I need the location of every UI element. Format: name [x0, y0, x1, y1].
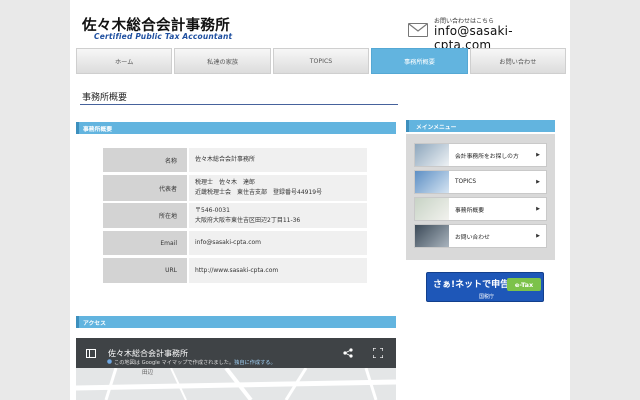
info-icon — [107, 359, 112, 364]
info-row-address: 所在地 〒546-0031 大阪府大阪市東住吉区田辺2丁目11-36 — [103, 203, 367, 228]
etax-banner[interactable]: さぁ!ネットで申告 e-Tax 国税庁 — [426, 272, 544, 302]
nav-item-home[interactable]: ホーム — [76, 48, 173, 74]
fullscreen-icon[interactable] — [373, 348, 383, 358]
info-value: 税理士 佐々木 達郎 近畿税理士会 東住吉支部 登録番号44919号 — [189, 175, 367, 201]
sidebar-menu-item-label: 事務所概要 — [455, 207, 484, 214]
arrow-right-icon: ▶ — [536, 206, 540, 212]
site-logo-subtitle: Certified Public Tax Accountant — [94, 32, 233, 41]
menu-thumbnail-image — [415, 171, 449, 193]
info-label: Email — [103, 231, 187, 255]
info-value: 佐々木総合会計事務所 — [189, 148, 367, 172]
page-title: 事務所概要 — [82, 93, 128, 103]
info-value-url-link[interactable]: http://www.sasaki-cpta.com — [195, 266, 367, 276]
arrow-right-icon: ▶ — [536, 152, 540, 158]
page-container: 佐々木総合会計事務所 Certified Public Tax Accounta… — [70, 0, 570, 400]
info-value-line: 大阪府大阪市東住吉区田辺2丁目11-36 — [195, 216, 301, 224]
info-row-url: URL http://www.sasaki-cpta.com — [103, 258, 367, 283]
info-value-line: 近畿税理士会 東住吉支部 登録番号44919号 — [195, 189, 323, 196]
info-value: 〒546-0031 大阪府大阪市東住吉区田辺2丁目11-36 — [189, 203, 367, 228]
sidebar-menu-heading: メインメニュー — [406, 120, 555, 132]
nav-item-topics[interactable]: TOPICS — [272, 48, 370, 74]
map-place-label: 田辺 — [142, 370, 154, 376]
info-label: URL — [103, 258, 187, 283]
info-label: 名称 — [103, 148, 187, 172]
info-label: 所在地 — [103, 203, 187, 228]
arrow-right-icon: ▶ — [536, 179, 540, 185]
info-value: http://www.sasaki-cpta.com — [189, 258, 367, 283]
map-create-link[interactable]: 独自に作成する。 — [234, 360, 276, 366]
global-nav: ホーム 私達の家族 TOPICS 事務所概要 お問い合わせ — [76, 48, 567, 74]
info-row-name: 名称 佐々木総合会計事務所 — [103, 148, 367, 172]
map-attribution-text: この地図は Google マイマップで作成されました。 — [114, 360, 235, 366]
etax-badge: e-Tax — [507, 278, 541, 291]
menu-thumbnail-image — [415, 144, 449, 166]
etax-banner-agency: 国税庁 — [479, 294, 495, 300]
sidebar-menu-item-contact[interactable]: お問い合わせ ▶ — [414, 224, 547, 248]
info-row-email: Email info@sasaki-cpta.com — [103, 231, 367, 255]
nav-item-family[interactable]: 私達の家族 — [174, 48, 271, 74]
sidebar-menu: 会計事務所をお探しの方 ▶ TOPICS ▶ 事務所概要 ▶ お問い合わせ ▶ — [406, 134, 555, 260]
nav-item-contact[interactable]: お問い合わせ — [469, 48, 567, 74]
section-heading-overview: 事務所概要 — [76, 122, 396, 134]
info-value-line: 佐々木総合会計事務所 — [195, 156, 256, 163]
menu-thumbnail-image — [415, 198, 449, 220]
sidebar-menu-item-label: お問い合わせ — [455, 234, 490, 241]
embedded-map[interactable]: 佐々木総合会計事務所 この地図は Google マイマップで作成されました。独自… — [76, 338, 396, 400]
map-attribution: この地図は Google マイマップで作成されました。独自に作成する。 — [114, 359, 276, 366]
map-sidebar-icon[interactable] — [86, 349, 96, 358]
info-value-email-link[interactable]: info@sasaki-cpta.com — [195, 238, 367, 248]
page-title-divider — [80, 104, 398, 105]
info-value-line: 〒546-0031 — [195, 206, 230, 214]
map-title: 佐々木総合会計事務所 — [108, 349, 188, 358]
etax-banner-title: さぁ!ネットで申告 — [433, 280, 510, 290]
info-label: 代表者 — [103, 175, 187, 201]
sidebar-menu-item-topics[interactable]: TOPICS ▶ — [414, 170, 547, 194]
menu-thumbnail-image — [415, 225, 449, 247]
sidebar-menu-item-office-overview[interactable]: 事務所概要 ▶ — [414, 197, 547, 221]
nav-item-office-overview[interactable]: 事務所概要 — [371, 48, 468, 74]
info-value-line: 税理士 佐々木 達郎 — [195, 179, 256, 186]
info-row-representative: 代表者 税理士 佐々木 達郎 近畿税理士会 東住吉支部 登録番号44919号 — [103, 175, 367, 201]
sidebar-menu-item-label: 会計事務所をお探しの方 — [455, 153, 519, 160]
arrow-right-icon: ▶ — [536, 233, 540, 239]
info-value: info@sasaki-cpta.com — [189, 231, 367, 255]
mail-icon — [408, 23, 428, 37]
sidebar-menu-item-find-office[interactable]: 会計事務所をお探しの方 ▶ — [414, 143, 547, 167]
share-icon[interactable] — [343, 348, 353, 358]
section-heading-access: アクセス — [76, 316, 396, 328]
sidebar-menu-item-label: TOPICS — [455, 179, 477, 185]
